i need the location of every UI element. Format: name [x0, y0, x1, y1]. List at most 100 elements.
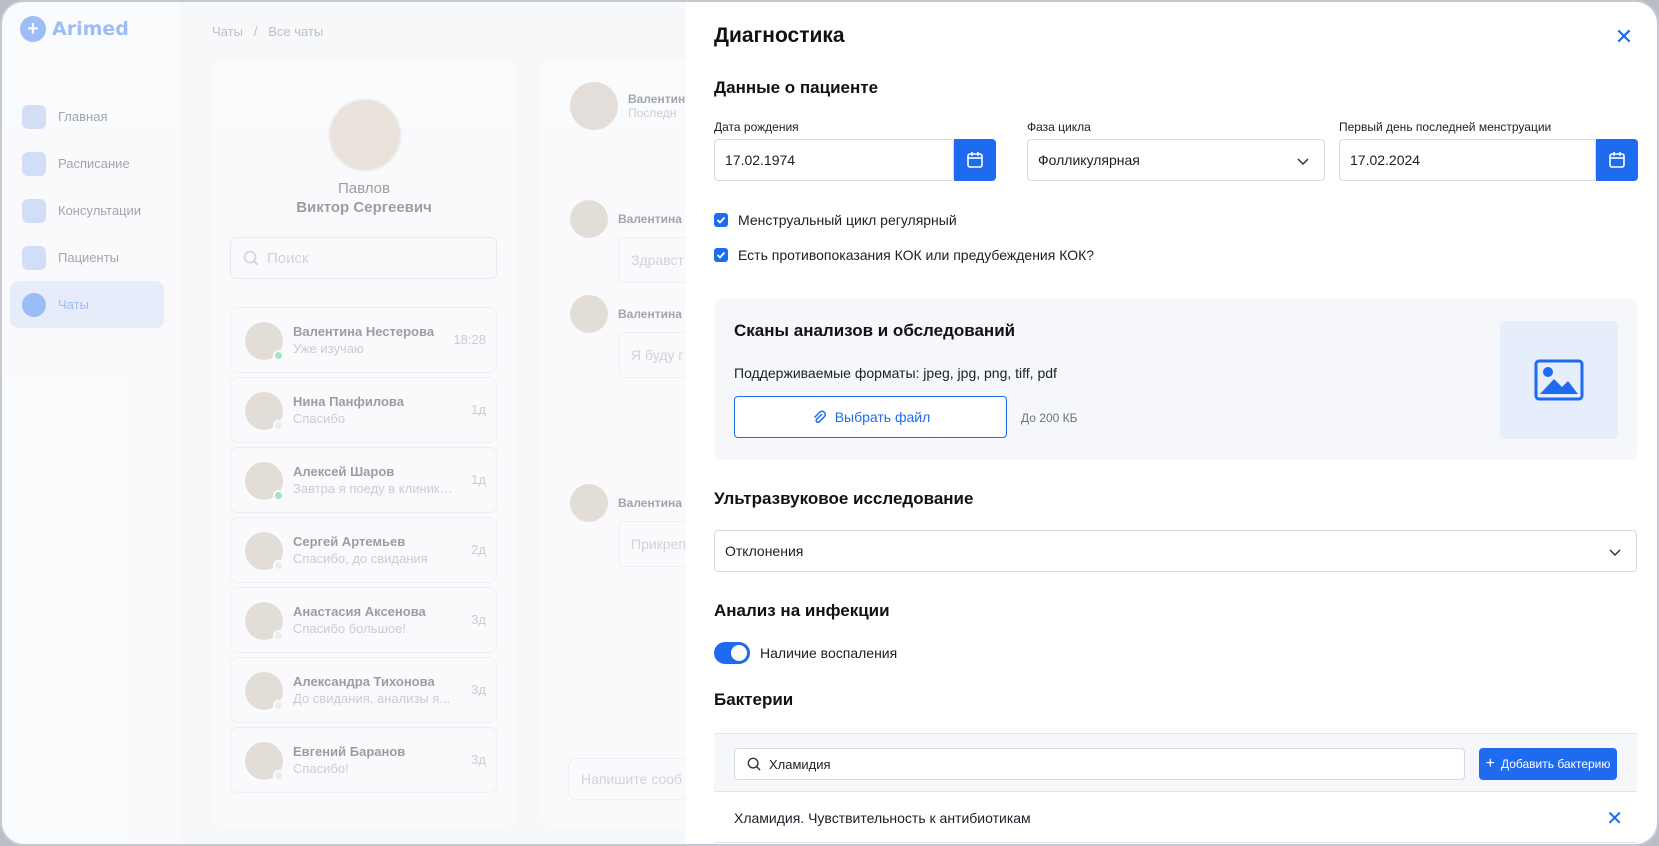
avatar — [570, 82, 618, 130]
calendar-button[interactable] — [1596, 139, 1638, 181]
dob-label: Дата рождения — [714, 120, 799, 134]
contraindications-checkbox[interactable]: Есть противопоказания КОК или предубежде… — [714, 247, 1094, 263]
last-message: Уже изучаю — [293, 341, 364, 356]
avatar — [570, 484, 608, 522]
contact-name: Сергей Артемьев — [293, 534, 406, 549]
phase-select[interactable]: Фолликулярная — [1027, 139, 1325, 181]
panel-title: Диагностика — [714, 24, 845, 47]
scans-title: Сканы анализов и обследований — [734, 321, 1016, 340]
bacteria-title: Бактерии — [714, 690, 794, 709]
nav-label: Расписание — [58, 156, 130, 171]
online-indicator — [273, 350, 284, 361]
avatar — [570, 295, 608, 333]
message-time: 1д — [471, 472, 486, 487]
toggle-label: Наличие воспаления — [760, 645, 898, 661]
choose-file-button[interactable]: Выбрать файл — [734, 396, 1007, 438]
message-time: 3д — [471, 752, 486, 767]
nav-label: Чаты — [58, 297, 89, 312]
bacteria-item-label: Хламидия. Чувствительность к антибиотика… — [734, 810, 1031, 826]
nav-item-chats[interactable]: Чаты — [10, 281, 164, 328]
image-icon — [1534, 359, 1584, 401]
infections-title: Анализ на инфекции — [714, 601, 890, 620]
checkbox-label: Менструальный цикл регулярный — [738, 212, 957, 228]
chat-header-status: Последн — [628, 106, 677, 120]
last-message: Спасибо, до свидания — [293, 551, 428, 566]
ultrasound-select[interactable]: Отклонения — [714, 530, 1637, 572]
message-time: 3д — [471, 612, 486, 627]
nav-label: Главная — [58, 109, 108, 124]
chat-list-item[interactable]: Анастасия Аксенова Спасибо большое! 3д — [230, 587, 497, 653]
chat-list-item[interactable]: Нина Панфилова Спасибо 1д — [230, 377, 497, 443]
contact-name: Евгений Баранов — [293, 744, 406, 759]
nav-label: Пациенты — [58, 250, 119, 265]
inflammation-toggle[interactable] — [714, 642, 750, 664]
add-bacteria-label: Добавить бактерию — [1500, 757, 1611, 771]
regular-cycle-checkbox[interactable]: Менструальный цикл регулярный — [714, 212, 957, 228]
offline-indicator — [273, 700, 284, 711]
chat-list-item[interactable]: Сергей Артемьев Спасибо, до свидания 2д — [230, 517, 497, 583]
heart-pulse-icon — [22, 245, 46, 270]
chevron-down-icon — [1297, 158, 1309, 166]
phase-value: Фолликулярная — [1038, 152, 1140, 168]
lmp-input[interactable]: 17.02.2024 — [1339, 139, 1596, 181]
dob-input[interactable]: 17.02.1974 — [714, 139, 954, 181]
nav-item-consultations[interactable]: Консультации — [10, 187, 164, 234]
offline-indicator — [273, 560, 284, 571]
last-message: Спасибо! — [293, 761, 349, 776]
calendar-icon — [967, 152, 983, 168]
lmp-value: 17.02.2024 — [1350, 152, 1421, 168]
doctor-last-name: Павлов — [338, 180, 390, 197]
calendar-icon — [1609, 152, 1625, 168]
breadcrumb: Чаты / Все чаты — [212, 24, 323, 39]
nav-item-patients[interactable]: Пациенты — [10, 234, 164, 281]
chat-list-panel: Павлов Виктор Сергеевич Поиск Валентина … — [211, 60, 517, 828]
breadcrumb-root[interactable]: Чаты — [212, 24, 243, 39]
calendar-button[interactable] — [954, 139, 996, 181]
image-preview — [1500, 321, 1618, 439]
plus-icon: + — [1485, 755, 1495, 772]
nav-item-home[interactable]: Главная — [10, 93, 164, 140]
contact-name: Анастасия Аксенова — [293, 604, 426, 619]
phase-label: Фаза цикла — [1027, 120, 1091, 134]
toggle-knob — [731, 645, 747, 661]
remove-icon[interactable]: ✕ — [1606, 806, 1623, 831]
chat-search-input[interactable]: Поиск — [230, 237, 497, 279]
chat-header: Валентин Последн — [570, 82, 685, 130]
scans-upload-section: Сканы анализов и обследований Поддержива… — [714, 299, 1637, 460]
chat-list-item[interactable]: Александра Тихонова До свидания, анализы … — [230, 657, 497, 723]
last-message: Завтра я поеду в клинику... — [293, 481, 453, 496]
chat-list-item[interactable]: Евгений Баранов Спасибо! 3д — [230, 727, 497, 793]
nav-item-schedule[interactable]: Расписание — [10, 140, 164, 187]
paperclip-icon — [813, 410, 826, 424]
file-size-limit: До 200 КБ — [1021, 411, 1078, 425]
doctor-first-name: Виктор Сергеевич — [296, 199, 432, 216]
message-sender: Валентина — [570, 295, 682, 333]
message-compose-input[interactable]: Напишите сооб — [568, 758, 688, 800]
bacteria-toolbar: Хламидия + Добавить бактерию — [714, 733, 1637, 792]
calendar-icon — [22, 151, 46, 176]
supported-formats: Поддерживаемые форматы: jpeg, jpg, png, … — [734, 365, 1057, 381]
id-card-icon — [22, 198, 46, 223]
close-icon[interactable]: ✕ — [1613, 26, 1635, 48]
breadcrumb-current: Все чаты — [268, 24, 324, 39]
checkmark-icon — [714, 213, 728, 227]
search-icon — [243, 250, 259, 266]
chat-list-item[interactable]: Алексей Шаров Завтра я поеду в клинику...… — [230, 447, 497, 513]
message-time: 2д — [471, 542, 486, 557]
chat-list-item[interactable]: Валентина Нестерова Уже изучаю 18:28 — [230, 307, 497, 373]
message-sender: Валентина — [570, 484, 682, 522]
doctor-avatar — [328, 98, 402, 172]
checkmark-icon — [714, 248, 728, 262]
add-bacteria-button[interactable]: + Добавить бактерию — [1479, 748, 1617, 780]
nav-label: Консультации — [58, 203, 142, 218]
logo-icon: + — [20, 16, 46, 42]
dob-value: 17.02.1974 — [725, 152, 796, 168]
message-sender: Валентина — [570, 200, 682, 238]
chevron-down-icon — [1609, 549, 1621, 557]
bacteria-list-item: Хламидия. Чувствительность к антибиотика… — [714, 792, 1637, 843]
logo: + Arimed — [20, 16, 129, 42]
bacteria-search-input[interactable]: Хламидия — [734, 748, 1465, 780]
app-window: + Arimed Главная Расписание Консультации… — [0, 0, 1659, 846]
last-message: Спасибо — [293, 411, 346, 426]
logo-text: Arimed — [52, 18, 129, 40]
